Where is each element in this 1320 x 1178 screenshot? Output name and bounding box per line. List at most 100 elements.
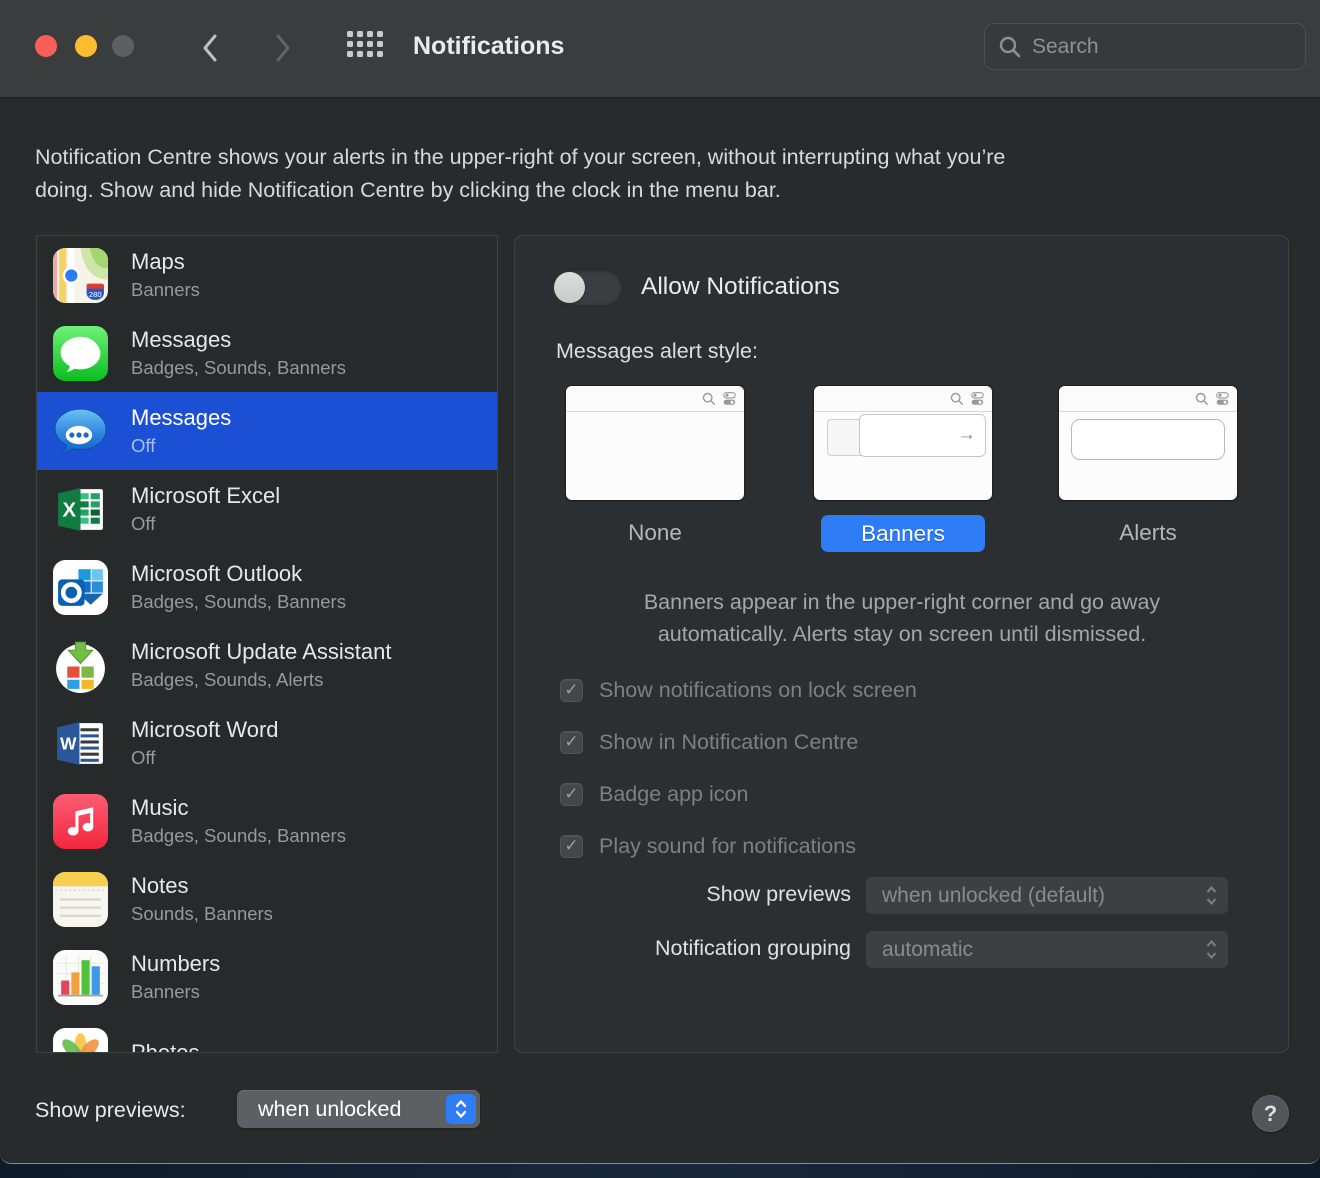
sidebar-item[interactable]: Microsoft Outlook Badges, Sounds, Banners	[37, 548, 497, 626]
titlebar: Notifications	[0, 0, 1320, 98]
updown-chevrons-icon	[446, 1094, 476, 1124]
app-name: Microsoft Update Assistant	[131, 639, 392, 664]
sidebar-item[interactable]: Numbers Banners	[37, 938, 497, 1016]
zoom-button[interactable]	[112, 35, 134, 57]
updown-chevrons-icon	[1205, 939, 1218, 966]
notification-grouping-label: Notification grouping	[654, 936, 851, 960]
mini-controls-icon	[1216, 392, 1229, 405]
app-notification-detail: Sounds, Banners	[131, 903, 273, 924]
mini-window-toolbar	[814, 386, 992, 412]
app-name: Maps	[131, 249, 185, 274]
checkbox[interactable]: ✓	[560, 678, 583, 702]
footer-show-previews-label: Show previews:	[35, 1098, 186, 1122]
option-row: ✓ Badge app icon	[560, 768, 917, 820]
option-row: ✓ Play sound for notifications	[560, 820, 917, 872]
app-name: Microsoft Word	[131, 717, 279, 742]
close-button[interactable]	[35, 35, 57, 57]
sidebar-item[interactable]: Messages Off	[37, 392, 497, 470]
notification-grouping-select[interactable]: automatic	[866, 931, 1228, 968]
app-name: Notes	[131, 873, 189, 898]
photos-app-icon	[52, 1027, 109, 1052]
app-name: Microsoft Outlook	[131, 561, 303, 586]
option-label: Badge app icon	[599, 781, 749, 806]
banner-arrow-icon: →	[957, 424, 976, 445]
toggle-knob	[554, 272, 585, 303]
show-previews-select[interactable]: when unlocked (default)	[866, 877, 1228, 914]
chevron-left-icon	[203, 34, 217, 62]
notification-centre-description: Notification Centre shows your alerts in…	[35, 145, 1006, 202]
app-notification-detail: Off	[131, 435, 156, 456]
mini-search-icon	[702, 392, 716, 406]
show-all-grid-icon[interactable]	[347, 31, 384, 60]
allow-notifications-toggle[interactable]	[551, 269, 623, 306]
svg-text:W: W	[60, 733, 77, 753]
sidebar-item[interactable]: Music Badges, Sounds, Banners	[37, 782, 497, 860]
alert-style-label: Messages alert style:	[556, 339, 758, 363]
sidebar-item[interactable]: Notes Sounds, Banners	[37, 860, 497, 938]
option-label: Show in Notification Centre	[599, 729, 859, 754]
app-notification-detail: Banners	[131, 279, 200, 300]
notification-grouping-value: automatic	[882, 937, 974, 961]
numbers-app-icon	[52, 949, 109, 1006]
app-notification-detail: Badges, Sounds, Banners	[131, 591, 346, 612]
minimize-button[interactable]	[75, 35, 97, 57]
app-notification-detail: Banners	[131, 981, 200, 1002]
updown-chevrons-icon	[1205, 885, 1218, 912]
sidebar-item[interactable]: X Microsoft Excel Off	[37, 470, 497, 548]
alert-style-alerts-thumbnail[interactable]	[1059, 386, 1237, 500]
sidebar-item[interactable]: W Microsoft Word Off	[37, 704, 497, 782]
alert-style-banners-label[interactable]: Banners	[821, 515, 985, 552]
checkbox[interactable]: ✓	[560, 834, 583, 858]
help-button[interactable]: ?	[1252, 1095, 1289, 1132]
option-row: ✓ Show notifications on lock screen	[560, 664, 917, 716]
ms-update-app-icon	[52, 637, 109, 694]
app-notification-detail: Off	[131, 513, 156, 534]
page-title: Notifications	[413, 32, 565, 60]
checkbox[interactable]: ✓	[560, 782, 583, 806]
banner-front: →	[859, 414, 986, 457]
option-label: Show notifications on lock screen	[599, 677, 917, 702]
search-input[interactable]	[1032, 34, 1272, 59]
app-name: Messages	[131, 405, 232, 430]
footer-show-previews-value: when unlocked	[258, 1096, 402, 1121]
alert-style-banners-thumbnail[interactable]: →	[814, 386, 992, 500]
mini-window-toolbar	[1059, 386, 1237, 412]
sidebar-item[interactable]: Microsoft Update Assistant Badges, Sounds…	[37, 626, 497, 704]
checkmark-icon: ✓	[564, 783, 579, 803]
search-icon	[999, 36, 1021, 57]
app-name: Music	[131, 795, 189, 820]
sidebar-item[interactable]: Photos	[37, 1016, 497, 1053]
maps-app-icon: 280	[52, 247, 109, 304]
mini-controls-icon	[971, 392, 984, 405]
notification-settings-panel: Allow Notifications Messages alert style…	[514, 235, 1289, 1053]
forward-button[interactable]	[265, 30, 301, 66]
checkmark-icon: ✓	[564, 679, 579, 699]
messages-green-app-icon	[52, 325, 109, 382]
svg-text:280: 280	[89, 289, 102, 298]
notification-options: ✓ Show notifications on lock screen ✓ Show …	[560, 664, 917, 872]
word-app-icon: W	[52, 715, 109, 772]
show-previews-label: Show previews	[706, 882, 851, 906]
sidebar-item[interactable]: 280 Maps Banners	[37, 236, 497, 314]
app-name: Messages	[131, 327, 232, 352]
checkbox[interactable]: ✓	[560, 730, 583, 754]
sidebar-item[interactable]: Messages Badges, Sounds, Banners	[37, 314, 497, 392]
option-row: ✓ Show in Notification Centre	[560, 716, 917, 768]
app-name: Photos	[131, 1040, 200, 1053]
alert-style-alerts-label[interactable]: Alerts	[1059, 520, 1237, 546]
search-field[interactable]	[984, 23, 1306, 70]
alert-style-none-label[interactable]: None	[566, 520, 744, 546]
footer-show-previews-select[interactable]: when unlocked	[237, 1090, 480, 1128]
allow-notifications-label: Allow Notifications	[641, 273, 840, 300]
excel-app-icon: X	[52, 481, 109, 538]
back-button[interactable]	[192, 30, 228, 66]
system-preferences-window: Notifications Notification Centre shows …	[0, 0, 1320, 1164]
mini-controls-icon	[723, 392, 736, 405]
mini-search-icon	[1195, 392, 1209, 406]
alert-style-none-thumbnail[interactable]	[566, 386, 744, 500]
alert-dialog-shape	[1071, 419, 1225, 460]
app-notification-detail: Off	[131, 747, 156, 768]
music-app-icon	[52, 793, 109, 850]
app-notification-detail: Badges, Sounds, Alerts	[131, 669, 324, 690]
app-name: Numbers	[131, 951, 221, 976]
